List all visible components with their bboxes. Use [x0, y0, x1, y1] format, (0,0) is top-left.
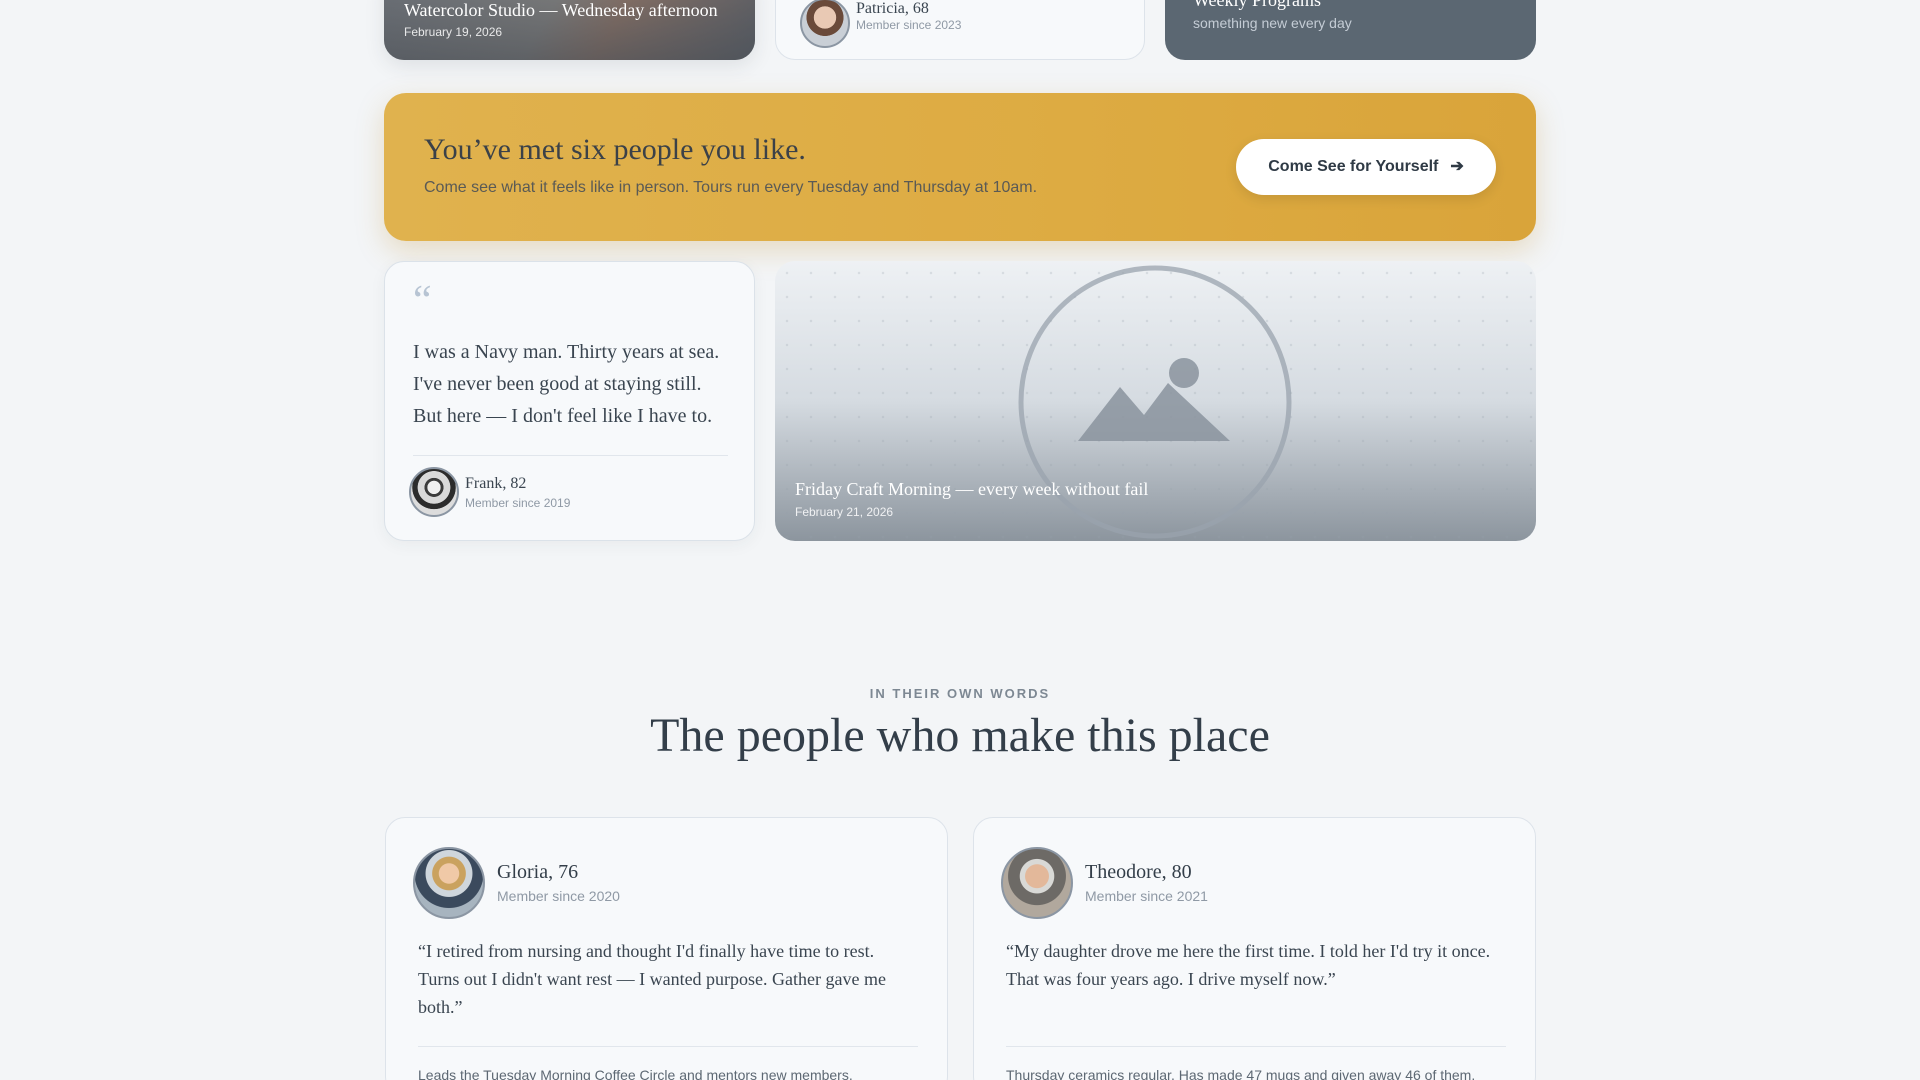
avatar [1001, 847, 1073, 919]
divider [1006, 1046, 1506, 1047]
testimonial-note: Thursday ceramics regular. Has made 47 m… [1006, 1067, 1476, 1080]
member-card-patricia[interactable]: Patricia, 68 Member since 2023 [775, 0, 1145, 60]
quote-text: I was a Navy man. Thirty years at sea. I… [413, 341, 720, 427]
tour-cta-banner: You’ve met six people you like. Come see… [384, 93, 1536, 241]
member-name: Frank, 82 [465, 475, 527, 492]
member-name: Theodore, 80 [1085, 861, 1192, 883]
weekly-programs-card[interactable]: Weekly Programs something new every day [1165, 0, 1536, 60]
testimonial-quote: “I retired from nursing and thought I'd … [418, 941, 886, 1017]
member-since: Member since 2023 [856, 18, 962, 32]
quote-card-frank: “ I was a Navy man. Thirty years at sea.… [384, 261, 755, 541]
member-name: Patricia, 68 [856, 0, 929, 17]
avatar [409, 467, 459, 517]
section-title: The people who make this place [650, 709, 1270, 762]
cta-subtitle: Come see what it feels like in person. T… [424, 179, 1038, 196]
member-since: Member since 2020 [497, 888, 620, 904]
programs-subtitle: something new every day [1193, 15, 1352, 31]
cta-button-label: Come See for Yourself [1268, 158, 1439, 175]
come-see-button[interactable]: Come See for Yourself ➔ [1236, 139, 1496, 195]
testimonial-note: Leads the Tuesday Morning Coffee Circle … [418, 1067, 853, 1080]
testimonial-card-theodore: Theodore, 80 Member since 2021 “My daugh… [973, 817, 1536, 1080]
member-since: Member since 2021 [1085, 888, 1208, 904]
arrow-right-icon: ➔ [1450, 158, 1464, 175]
cta-title: You’ve met six people you like. [424, 133, 806, 166]
testimonial-quote: “My daughter drove me here the first tim… [1006, 941, 1491, 989]
programs-title: Weekly Programs [1193, 0, 1322, 10]
photo-caption: Friday Craft Morning — every week withou… [795, 479, 1149, 499]
member-since: Member since 2019 [465, 496, 571, 510]
member-name: Gloria, 76 [497, 861, 579, 883]
testimonial-card-gloria: Gloria, 76 Member since 2020 “I retired … [385, 817, 948, 1080]
photo-caption: Watercolor Studio — Wednesday afternoon [404, 0, 718, 20]
photo-date: February 21, 2026 [795, 505, 894, 519]
watercolor-photo-card[interactable]: Watercolor Studio — Wednesday afternoon … [384, 0, 755, 60]
divider [413, 455, 728, 456]
craft-morning-photo-card[interactable]: Friday Craft Morning — every week withou… [775, 261, 1536, 541]
section-eyebrow: IN THEIR OWN WORDS [869, 686, 1051, 701]
divider [418, 1046, 918, 1047]
avatar [413, 847, 485, 919]
avatar [800, 0, 850, 48]
photo-date: February 19, 2026 [404, 25, 503, 39]
quote-mark-icon: “ [413, 278, 432, 324]
